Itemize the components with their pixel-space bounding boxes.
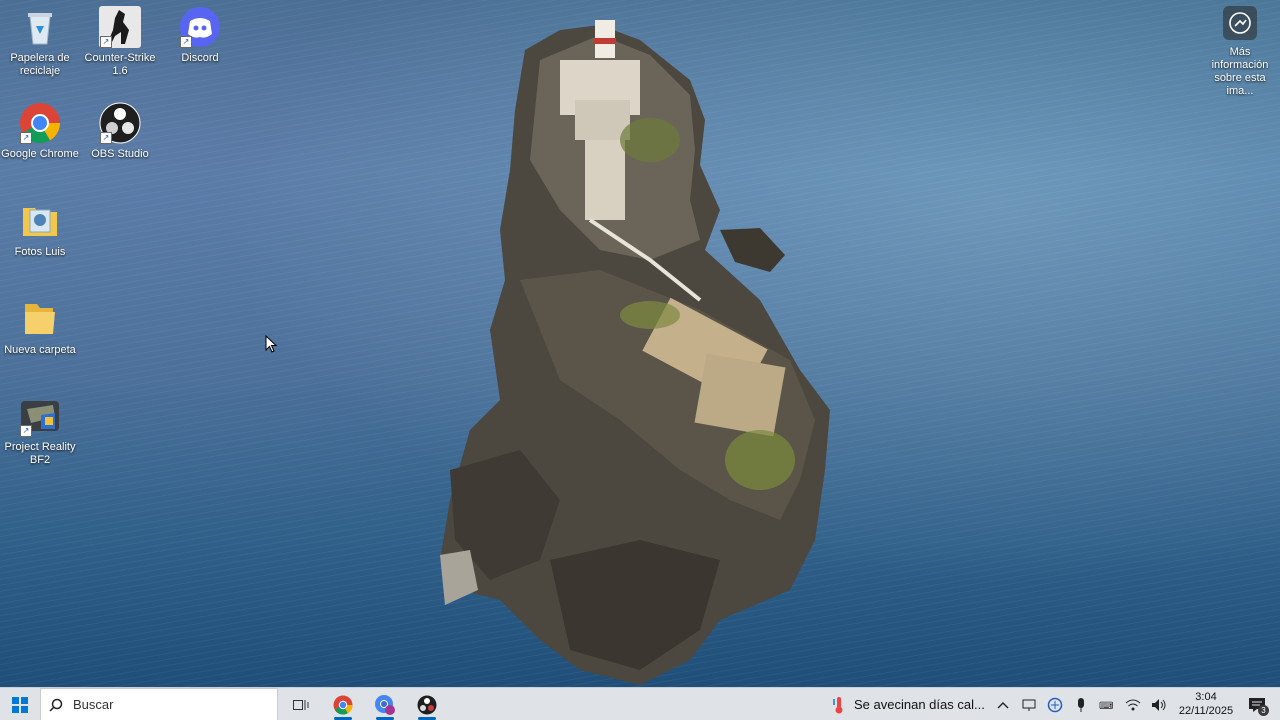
spotlight-info[interactable]: Más información sobre esta ima...: [1200, 6, 1280, 98]
taskbar: Se avecinan días cal... ⌨ 3:04 22/11/202…: [0, 687, 1280, 720]
desktop-icon-obs-studio[interactable]: ↗ OBS Studio: [81, 102, 159, 161]
wallpaper-island: [440, 20, 830, 685]
tray-volume[interactable]: [1146, 688, 1172, 720]
spotlight-label: Más información sobre esta ima...: [1211, 46, 1269, 97]
chrome-label: Google Chrome: [1, 148, 79, 160]
mouse-cursor-icon: [265, 335, 277, 353]
obs-icon: ↗: [99, 102, 141, 144]
shortcut-arrow-icon: ↗: [100, 132, 112, 144]
recycle-bin-icon: [19, 6, 61, 48]
shortcut-arrow-icon: ↗: [20, 132, 32, 144]
counter-strike-icon: ↗: [99, 6, 141, 48]
network-shield-icon: [1047, 697, 1063, 712]
desktop-icon-project-reality[interactable]: ↗ Project Reality BF2: [1, 395, 79, 467]
discord-icon: ↗: [179, 6, 221, 48]
obs-label: OBS Studio: [91, 148, 149, 160]
thermometer-icon: [833, 696, 843, 713]
display-icon: [1022, 699, 1036, 711]
desktop-icon-discord[interactable]: ↗ Discord: [161, 6, 239, 65]
desktop-icon-nueva-carpeta[interactable]: Nueva carpeta: [1, 298, 79, 357]
taskbar-clock[interactable]: 3:04 22/11/2025: [1176, 690, 1236, 718]
desktop-icon-fotos-luis[interactable]: Fotos Luis: [1, 200, 79, 259]
notification-count-badge: 3: [1258, 705, 1269, 716]
shortcut-arrow-icon: ↗: [180, 36, 192, 48]
photos-folder-icon: [19, 200, 61, 242]
tray-network-shield[interactable]: [1042, 688, 1068, 720]
desktop: Papelera de reciclaje ↗ Counter-Strike 1…: [0, 0, 1280, 687]
taskbar-app-chrome[interactable]: [322, 688, 364, 720]
recycle-bin-label: Papelera de reciclaje: [10, 52, 70, 77]
keyboard-icon: ⌨: [1099, 701, 1113, 712]
tray-microphone[interactable]: [1068, 688, 1094, 720]
svg-text:⌨: ⌨: [1099, 701, 1113, 712]
taskbar-app-obs[interactable]: [406, 688, 448, 720]
notification-center-button[interactable]: 3: [1240, 688, 1274, 720]
chrome-icon: ↗: [19, 102, 61, 144]
obs-icon: [417, 695, 437, 714]
show-hidden-icons-button[interactable]: [990, 688, 1016, 720]
microphone-icon: [1078, 697, 1084, 712]
discord-label: Discord: [181, 52, 219, 64]
shortcut-arrow-icon: ↗: [20, 425, 32, 437]
shortcut-arrow-icon: ↗: [100, 36, 112, 48]
task-view-button[interactable]: [280, 688, 322, 720]
start-button[interactable]: [0, 688, 40, 720]
tray-display[interactable]: [1016, 688, 1042, 720]
desktop-icon-google-chrome[interactable]: ↗ Google Chrome: [1, 102, 79, 161]
search-icon: [49, 698, 63, 712]
clock-time: 3:04: [1195, 691, 1217, 703]
system-tray: ⌨: [990, 688, 1172, 720]
chevron-up-icon: [997, 701, 1009, 708]
weather-widget[interactable]: Se avecinan días cal...: [832, 688, 985, 720]
desktop-icon-recycle-bin[interactable]: Papelera de reciclaje: [1, 6, 79, 78]
search-box[interactable]: [40, 688, 278, 720]
weather-text: Se avecinan días cal...: [854, 697, 985, 712]
task-view-icon: [293, 699, 309, 710]
project-reality-icon: ↗: [19, 395, 61, 437]
project-reality-label: Project Reality BF2: [4, 441, 76, 466]
windows-start-icon: [12, 696, 28, 713]
tray-keyboard[interactable]: ⌨: [1094, 688, 1120, 720]
chrome-profile-icon: [375, 694, 395, 715]
search-input[interactable]: [71, 696, 255, 713]
clock-date: 22/11/2025: [1178, 705, 1234, 717]
fotos-luis-label: Fotos Luis: [14, 246, 66, 258]
nueva-carpeta-label: Nueva carpeta: [4, 344, 76, 356]
chrome-icon: [333, 695, 353, 715]
wifi-icon: [1125, 699, 1141, 710]
folder-icon: [19, 298, 61, 340]
tray-wifi[interactable]: [1120, 688, 1146, 720]
speaker-icon: [1152, 698, 1166, 711]
counter-strike-label: Counter-Strike 1.6: [84, 52, 156, 77]
desktop-icon-counter-strike[interactable]: ↗ Counter-Strike 1.6: [81, 6, 159, 78]
camera-info-icon: [1223, 6, 1257, 40]
taskbar-app-chrome-profile[interactable]: [364, 688, 406, 720]
